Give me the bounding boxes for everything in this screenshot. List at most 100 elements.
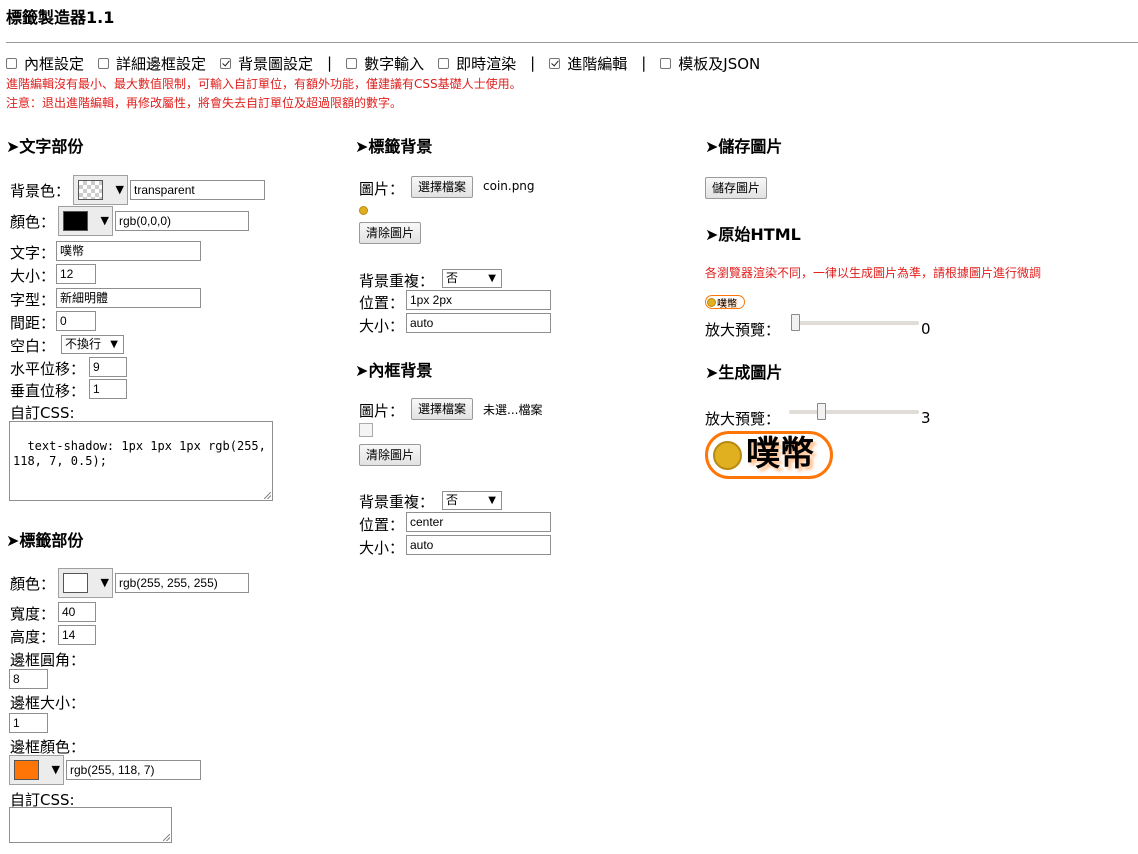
inner-bg-position-label: 位置： — [359, 516, 405, 534]
gen-zoom-slider[interactable] — [789, 410, 919, 414]
radius-input[interactable]: 8 — [9, 669, 48, 689]
inner-bg-position-input[interactable]: center — [406, 512, 551, 532]
advanced-warning: 進階編輯沒有最小、最大數值限制，可輸入自訂單位，有額外功能，僅建議有CSS基礎人… — [6, 77, 522, 91]
tag-bg-choose-file-button[interactable]: 選擇檔案 — [411, 176, 474, 198]
generated-tag-text: 噗幣 — [746, 434, 814, 474]
app-title: 標籤製造器1.1 — [6, 8, 115, 27]
tag-color-input[interactable]: rgb(255, 255, 255) — [115, 573, 249, 593]
height-input[interactable]: 14 — [58, 625, 96, 645]
option-number-input[interactable]: 數字輸入 — [346, 53, 424, 74]
text-label: 文字： — [10, 244, 56, 262]
save-heading: ➤儲存圖片 — [705, 137, 783, 156]
generated-heading: ➤生成圖片 — [705, 363, 783, 382]
options-bar: 內框設定 詳細邊框設定 背景圖設定 | 數字輸入 即時渲染 | 進階編輯 | 模… — [6, 53, 774, 73]
height-label: 高度： — [10, 628, 56, 646]
hoffset-label: 水平位移： — [10, 360, 86, 378]
text-css-textarea[interactable]: text-shadow: 1px 1px 1px rgb(255, 118, 7… — [9, 421, 273, 501]
exit-warning: 注意：退出進階編輯，再修改屬性，將會失去自訂單位及超過限額的數字。 — [6, 96, 403, 110]
inner-bg-repeat-select[interactable]: 否 ▼ — [442, 491, 502, 510]
inner-bg-clear-button[interactable]: 清除圖片 — [359, 444, 422, 466]
tag-bg-repeat-select[interactable]: 否 ▼ — [442, 269, 502, 288]
inner-bg-choose-file-button[interactable]: 選擇檔案 — [411, 398, 474, 420]
resize-handle-icon[interactable] — [163, 834, 170, 841]
gen-zoom-slider-thumb[interactable] — [817, 403, 826, 420]
whitespace-label: 空白： — [10, 337, 56, 355]
text-color-input[interactable]: rgb(0,0,0) — [115, 211, 249, 231]
text-section-heading: ➤文字部份 — [6, 137, 84, 156]
border-size-input[interactable]: 1 — [9, 713, 48, 733]
checkbox-checked[interactable] — [549, 57, 561, 69]
border-color-input[interactable]: rgb(255, 118, 7) — [66, 760, 201, 780]
whitespace-select[interactable]: 不換行 ▼ — [61, 335, 124, 354]
tag-section-heading: ➤標籤部份 — [6, 531, 84, 550]
text-bg-color-picker[interactable]: ▼ — [73, 175, 128, 205]
checkbox[interactable] — [346, 57, 358, 69]
inner-bg-image-label: 圖片： — [359, 402, 405, 420]
border-size-label: 邊框大小： — [10, 694, 86, 712]
broken-image-icon — [359, 423, 373, 437]
voffset-label: 垂直位移： — [10, 382, 86, 400]
color-swatch — [14, 760, 39, 780]
voffset-input[interactable]: 1 — [89, 379, 127, 399]
separator: | — [641, 54, 647, 72]
text-color-label: 顏色： — [10, 213, 56, 231]
checkbox[interactable] — [6, 57, 17, 69]
separator: | — [530, 54, 536, 72]
chevron-down-icon: ▼ — [51, 763, 60, 776]
inner-bg-file-name: 未選...檔案 — [483, 403, 543, 417]
option-live-render[interactable]: 即時渲染 — [438, 53, 516, 74]
coin-icon — [713, 441, 742, 470]
option-background-image[interactable]: 背景圖設定 — [220, 53, 313, 74]
raw-zoom-value: 0 — [921, 320, 931, 338]
tag-bg-position-input[interactable]: 1px 2px — [406, 290, 551, 310]
inner-bg-size-label: 大小： — [359, 539, 405, 557]
text-bg-label: 背景色： — [10, 182, 71, 200]
hoffset-input[interactable]: 9 — [89, 357, 127, 377]
font-label: 字型： — [10, 291, 56, 309]
raw-zoom-slider-thumb[interactable] — [791, 314, 800, 331]
checkbox[interactable] — [660, 57, 672, 69]
size-label: 大小： — [10, 267, 56, 285]
raw-zoom-slider[interactable] — [791, 321, 919, 325]
color-swatch — [78, 180, 103, 200]
spacing-input[interactable]: 0 — [56, 311, 96, 331]
chevron-down-icon: ▼ — [488, 495, 496, 506]
coin-icon — [707, 298, 716, 307]
inner-bg-size-input[interactable]: auto — [406, 535, 551, 555]
checkbox[interactable] — [98, 57, 110, 69]
tag-css-textarea[interactable] — [9, 807, 172, 843]
gen-zoom-label: 放大預覽： — [705, 410, 781, 428]
tag-color-label: 顏色： — [10, 575, 56, 593]
checkbox[interactable] — [438, 57, 450, 69]
render-note: 各瀏覽器渲染不同，一律以生成圖片為準，請根據圖片進行微調 — [705, 266, 1042, 280]
tag-bg-file-name: coin.png — [483, 179, 535, 193]
option-template-json[interactable]: 模板及JSON — [660, 53, 760, 74]
width-input[interactable]: 40 — [58, 602, 96, 622]
text-bg-input[interactable]: transparent — [130, 180, 265, 200]
chevron-down-icon: ▼ — [100, 214, 109, 227]
checkbox-checked[interactable] — [220, 57, 232, 69]
border-color-picker[interactable]: ▼ — [9, 755, 64, 785]
text-color-picker[interactable]: ▼ — [58, 206, 113, 236]
text-css-label: 自訂CSS: — [10, 404, 75, 422]
font-input[interactable]: 新細明體 — [56, 288, 201, 308]
save-image-button[interactable]: 儲存圖片 — [705, 177, 768, 199]
tag-bg-clear-button[interactable]: 清除圖片 — [359, 222, 422, 244]
option-inner-frame[interactable]: 內框設定 — [6, 53, 84, 74]
tag-bg-heading: ➤標籤背景 — [355, 137, 433, 156]
size-input[interactable]: 12 — [56, 264, 96, 284]
resize-handle-icon[interactable] — [264, 492, 271, 499]
gen-zoom-value: 3 — [921, 409, 931, 427]
chevron-down-icon: ▼ — [110, 339, 118, 350]
raw-tag-preview: 噗幣 — [705, 295, 745, 310]
inner-bg-repeat-label: 背景重複： — [359, 493, 435, 511]
text-input[interactable]: 噗幣 — [56, 241, 201, 261]
tag-bg-size-input[interactable]: auto — [406, 313, 551, 333]
radius-label: 邊框圓角： — [10, 651, 86, 669]
tag-color-picker[interactable]: ▼ — [58, 568, 113, 598]
tag-bg-position-label: 位置： — [359, 294, 405, 312]
generated-tag-preview: 噗幣 — [705, 431, 833, 479]
option-advanced-edit[interactable]: 進階編輯 — [549, 53, 627, 74]
raw-zoom-label: 放大預覽： — [705, 321, 781, 339]
option-detailed-border[interactable]: 詳細邊框設定 — [98, 53, 206, 74]
